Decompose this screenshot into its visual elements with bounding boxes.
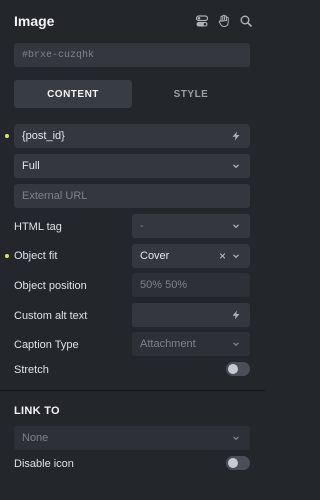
object-position-placeholder: 50% 50% [140, 279, 188, 291]
stretch-toggle[interactable] [226, 362, 250, 376]
toggle-knob [228, 458, 238, 468]
caption-type-label: Caption Type [14, 339, 79, 351]
image-source-value: {post_id} [22, 130, 65, 142]
search-icon[interactable] [239, 14, 253, 28]
html-tag-label: HTML tag [14, 221, 62, 233]
disable-icon-toggle[interactable] [226, 456, 250, 470]
clear-icon[interactable]: × [219, 249, 226, 263]
link-to-value: None [22, 432, 49, 444]
panel-header: Image [14, 10, 253, 32]
section-divider [0, 390, 265, 391]
dynamic-data-icon[interactable] [230, 130, 242, 142]
dynamic-data-icon[interactable] [230, 309, 242, 321]
caption-type-select[interactable]: Attachment [132, 332, 250, 356]
panel-title: Image [14, 13, 55, 29]
object-position-label: Object position [14, 280, 87, 292]
disable-icon-label: Disable icon [14, 458, 74, 470]
stretch-label: Stretch [14, 364, 49, 376]
toggle-icon[interactable] [195, 14, 209, 28]
header-icons [195, 14, 253, 28]
external-url-input[interactable]: External URL [14, 184, 250, 208]
modified-indicator [5, 134, 9, 138]
object-fit-value: Cover [140, 250, 170, 262]
tab-content[interactable]: CONTENT [14, 80, 132, 108]
html-tag-value: - [140, 220, 144, 232]
chevron-down-icon [230, 432, 242, 444]
modified-indicator [5, 254, 9, 258]
object-position-input[interactable]: 50% 50% [132, 273, 250, 297]
object-fit-select[interactable]: Cover × [132, 244, 250, 268]
html-tag-select[interactable]: - [132, 214, 250, 238]
object-fit-label: Object fit [14, 250, 58, 262]
chevron-down-icon [230, 160, 242, 172]
chevron-down-icon [230, 338, 242, 350]
link-to-heading: LINK TO [14, 405, 60, 417]
tab-style[interactable]: STYLE [132, 80, 250, 108]
panel-tabs: CONTENT STYLE [14, 80, 250, 108]
custom-alt-label: Custom alt text [14, 310, 88, 322]
element-id-placeholder: #brxe-cuzqhk [22, 49, 95, 61]
toggle-knob [228, 364, 238, 374]
image-source-input[interactable]: {post_id} [14, 124, 250, 148]
chevron-down-icon [230, 220, 242, 232]
chevron-down-icon [230, 250, 242, 262]
image-size-value: Full [22, 160, 40, 172]
link-to-select[interactable]: None [14, 426, 250, 450]
caption-type-value: Attachment [140, 338, 196, 350]
element-id-input[interactable]: #brxe-cuzqhk [14, 43, 250, 67]
image-size-select[interactable]: Full [14, 154, 250, 178]
external-url-placeholder: External URL [22, 190, 88, 202]
custom-alt-input[interactable] [132, 303, 250, 327]
element-panel: Image #brxe-cuzqhk CONTENT STYLE {post_i… [0, 0, 265, 500]
hand-icon[interactable] [217, 14, 231, 28]
